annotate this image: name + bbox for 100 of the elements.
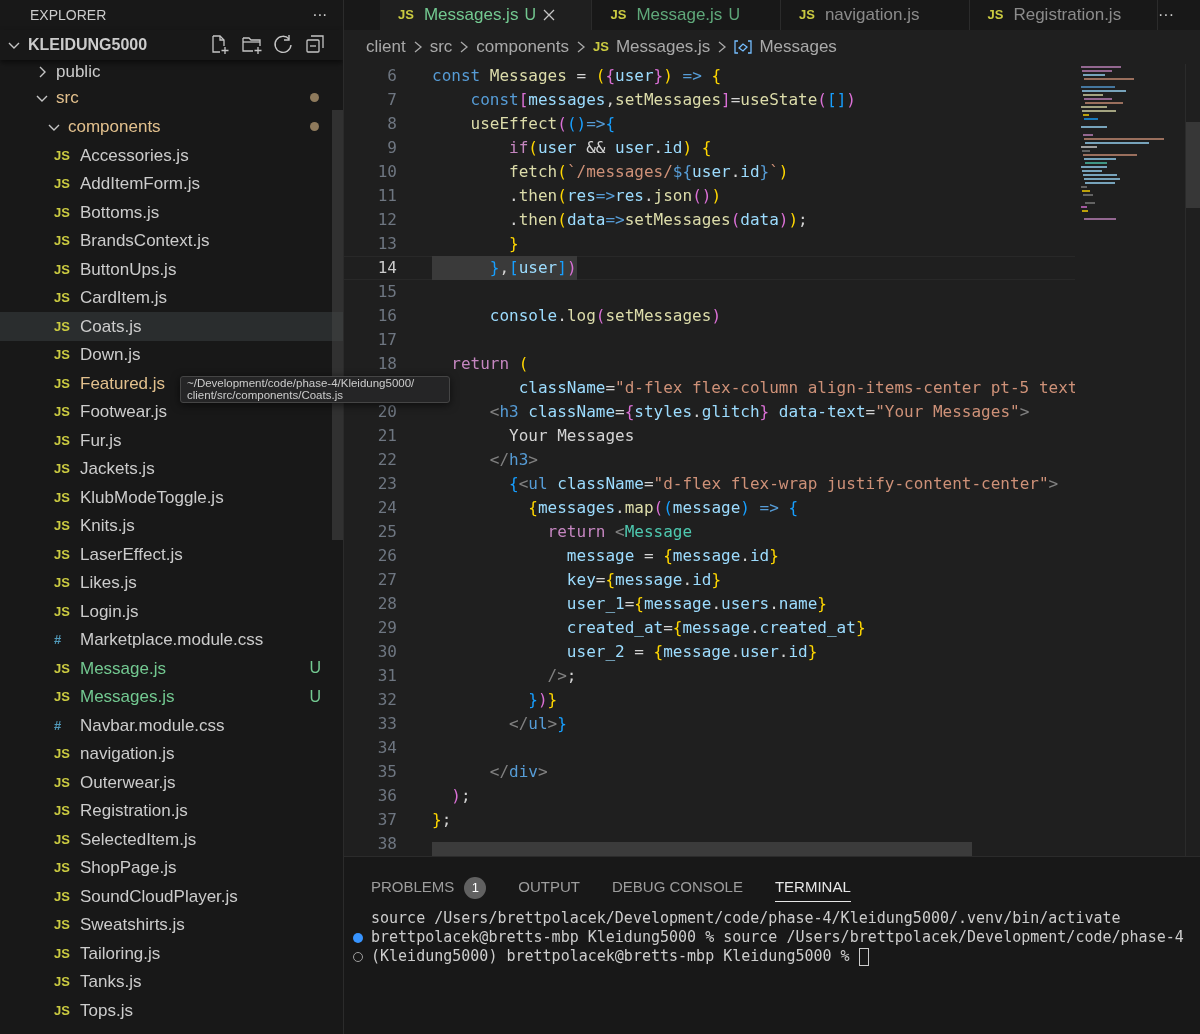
code-line: fetch(`/messages/${user.id}`) bbox=[508, 161, 789, 183]
code-line: })} bbox=[527, 689, 558, 711]
tab-label: Messages.js bbox=[423, 4, 519, 27]
breadcrumb-item[interactable]: src bbox=[429, 34, 453, 60]
file-item[interactable]: JS Messages.js U bbox=[0, 682, 343, 711]
js-file-icon: JS bbox=[54, 259, 72, 279]
file-item[interactable]: JS Knits.js bbox=[0, 511, 343, 540]
file-item[interactable]: JS CardItem.js bbox=[0, 283, 343, 312]
file-item[interactable]: # Navbar.module.css bbox=[0, 711, 343, 740]
folder-item[interactable]: public bbox=[0, 60, 343, 83]
file-name: navigation.js bbox=[80, 743, 175, 765]
line-number: 12 bbox=[376, 209, 397, 231]
scrollbar-thumb[interactable] bbox=[1186, 122, 1200, 208]
js-file-icon: JS bbox=[54, 145, 72, 165]
file-name: ShopPage.js bbox=[80, 857, 177, 879]
more-actions-button[interactable]: ··· bbox=[312, 3, 327, 27]
line-number: 15 bbox=[376, 281, 397, 303]
chevron-right-icon bbox=[412, 40, 423, 54]
js-file-icon: JS bbox=[610, 5, 627, 25]
line-number: 17 bbox=[376, 329, 397, 351]
file-item[interactable]: JS Registration.js bbox=[0, 796, 343, 825]
new-folder-icon[interactable] bbox=[241, 34, 263, 56]
terminal-line: (Kleidung5000) brettpolacek@bretts-mbp Kleidung5000 % bbox=[371, 946, 850, 968]
refresh-icon[interactable] bbox=[273, 34, 295, 56]
line-number: 10 bbox=[376, 161, 397, 183]
line-number: 7 bbox=[386, 89, 397, 111]
scrollbar-thumb[interactable] bbox=[432, 842, 972, 856]
file-item[interactable]: JS Coats.js bbox=[0, 312, 343, 341]
file-name: Likes.js bbox=[80, 572, 137, 594]
file-item[interactable]: JS SoundCloudPlayer.js bbox=[0, 882, 343, 911]
file-item[interactable]: JS Down.js bbox=[0, 340, 343, 369]
folder-name: public bbox=[56, 60, 102, 83]
folder-item[interactable]: src bbox=[0, 83, 343, 112]
file-item[interactable]: JS SelectedItem.js bbox=[0, 825, 343, 854]
panel-tab[interactable]: OUTPUT bbox=[518, 874, 581, 902]
file-item[interactable]: JS BrandsContext.js bbox=[0, 226, 343, 255]
collapse-all-icon[interactable] bbox=[305, 34, 327, 56]
breadcrumb-item[interactable]: Messages.js bbox=[615, 34, 711, 60]
file-item[interactable]: # Marketplace.module.css bbox=[0, 625, 343, 654]
code-line: }; bbox=[432, 809, 452, 831]
line-number: 9 bbox=[386, 137, 397, 159]
close-icon[interactable] bbox=[541, 8, 556, 22]
tab-label: Registration.js bbox=[1013, 4, 1122, 27]
file-item[interactable]: JS Tailoring.js bbox=[0, 939, 343, 968]
file-item[interactable]: JS Bottoms.js bbox=[0, 198, 343, 227]
file-item[interactable]: JS navigation.js bbox=[0, 739, 343, 768]
code-line: </h3> bbox=[488, 449, 538, 471]
folder-item[interactable]: components bbox=[0, 112, 343, 141]
file-item[interactable]: JS Outerwear.js bbox=[0, 768, 343, 797]
file-item[interactable]: JS Likes.js bbox=[0, 568, 343, 597]
file-name: Marketplace.module.css bbox=[80, 629, 264, 651]
code-line: created_at={message.created_at} bbox=[565, 617, 866, 639]
file-item[interactable]: JS ButtonUps.js bbox=[0, 255, 343, 284]
git-status: U bbox=[728, 5, 740, 25]
file-item[interactable]: JS Message.js U bbox=[0, 654, 343, 683]
code-line: />; bbox=[546, 665, 577, 687]
file-name: Tops.js bbox=[80, 999, 133, 1022]
line-number: 24 bbox=[376, 497, 397, 519]
file-name: Navbar.module.css bbox=[80, 714, 225, 737]
line-number: 26 bbox=[376, 545, 397, 567]
code-line: return ( bbox=[450, 353, 529, 375]
file-item[interactable]: JS AddItemForm.js bbox=[0, 169, 343, 198]
editor-tab[interactable]: JS Messages.js U bbox=[380, 0, 593, 30]
line-number: 16 bbox=[376, 305, 397, 327]
code-line: <h3 className={styles.glitch} data-text="Your Messages"> bbox=[488, 401, 1030, 423]
file-name: Outerwear.js bbox=[80, 771, 176, 794]
line-number: 14 bbox=[376, 257, 397, 279]
code-line: ); bbox=[450, 785, 471, 807]
js-file-icon: JS bbox=[398, 5, 414, 25]
js-file-icon: JS bbox=[54, 231, 72, 251]
js-file-icon: JS bbox=[54, 744, 72, 764]
panel-tab[interactable]: PROBLEMS 1 bbox=[371, 874, 487, 902]
file-item[interactable]: JS Jackets.js bbox=[0, 454, 343, 483]
file-item[interactable]: JS Tanks.js bbox=[0, 967, 343, 996]
section-header[interactable]: KLEIDUNG5000 bbox=[0, 30, 343, 60]
panel-tab[interactable]: TERMINAL bbox=[774, 874, 851, 902]
file-item[interactable]: JS Accessories.js bbox=[0, 141, 343, 170]
new-file-icon[interactable] bbox=[209, 34, 231, 56]
breadcrumb-item[interactable]: Messages bbox=[759, 34, 837, 60]
file-item[interactable]: JS Fur.js bbox=[0, 426, 343, 455]
git-status: U bbox=[309, 686, 321, 707]
breadcrumb-item[interactable]: client bbox=[366, 34, 406, 60]
more-actions-button[interactable]: ··· bbox=[1158, 3, 1174, 27]
file-name: SoundCloudPlayer.js bbox=[80, 885, 238, 908]
code-line: {<ul className="d-flex flex-wrap justify-content-center"> bbox=[508, 473, 1059, 495]
js-file-icon: JS bbox=[54, 373, 72, 393]
file-item[interactable]: JS Sweatshirts.js bbox=[0, 910, 343, 939]
file-name: AddItemForm.js bbox=[80, 173, 200, 195]
line-number: 29 bbox=[376, 617, 397, 639]
file-item[interactable]: JS LaserEffect.js bbox=[0, 540, 343, 569]
js-file-icon: JS bbox=[54, 316, 72, 336]
file-item[interactable]: JS ShopPage.js bbox=[0, 853, 343, 882]
code-line: } bbox=[508, 233, 519, 255]
panel-tab[interactable]: DEBUG CONSOLE bbox=[612, 874, 743, 902]
breadcrumb-item[interactable]: components bbox=[476, 34, 569, 60]
js-file-icon: JS bbox=[54, 801, 72, 821]
file-item[interactable]: JS Tops.js bbox=[0, 996, 343, 1025]
line-number: 25 bbox=[376, 521, 397, 543]
file-item[interactable]: JS Login.js bbox=[0, 597, 343, 626]
file-item[interactable]: JS KlubModeToggle.js bbox=[0, 483, 343, 512]
